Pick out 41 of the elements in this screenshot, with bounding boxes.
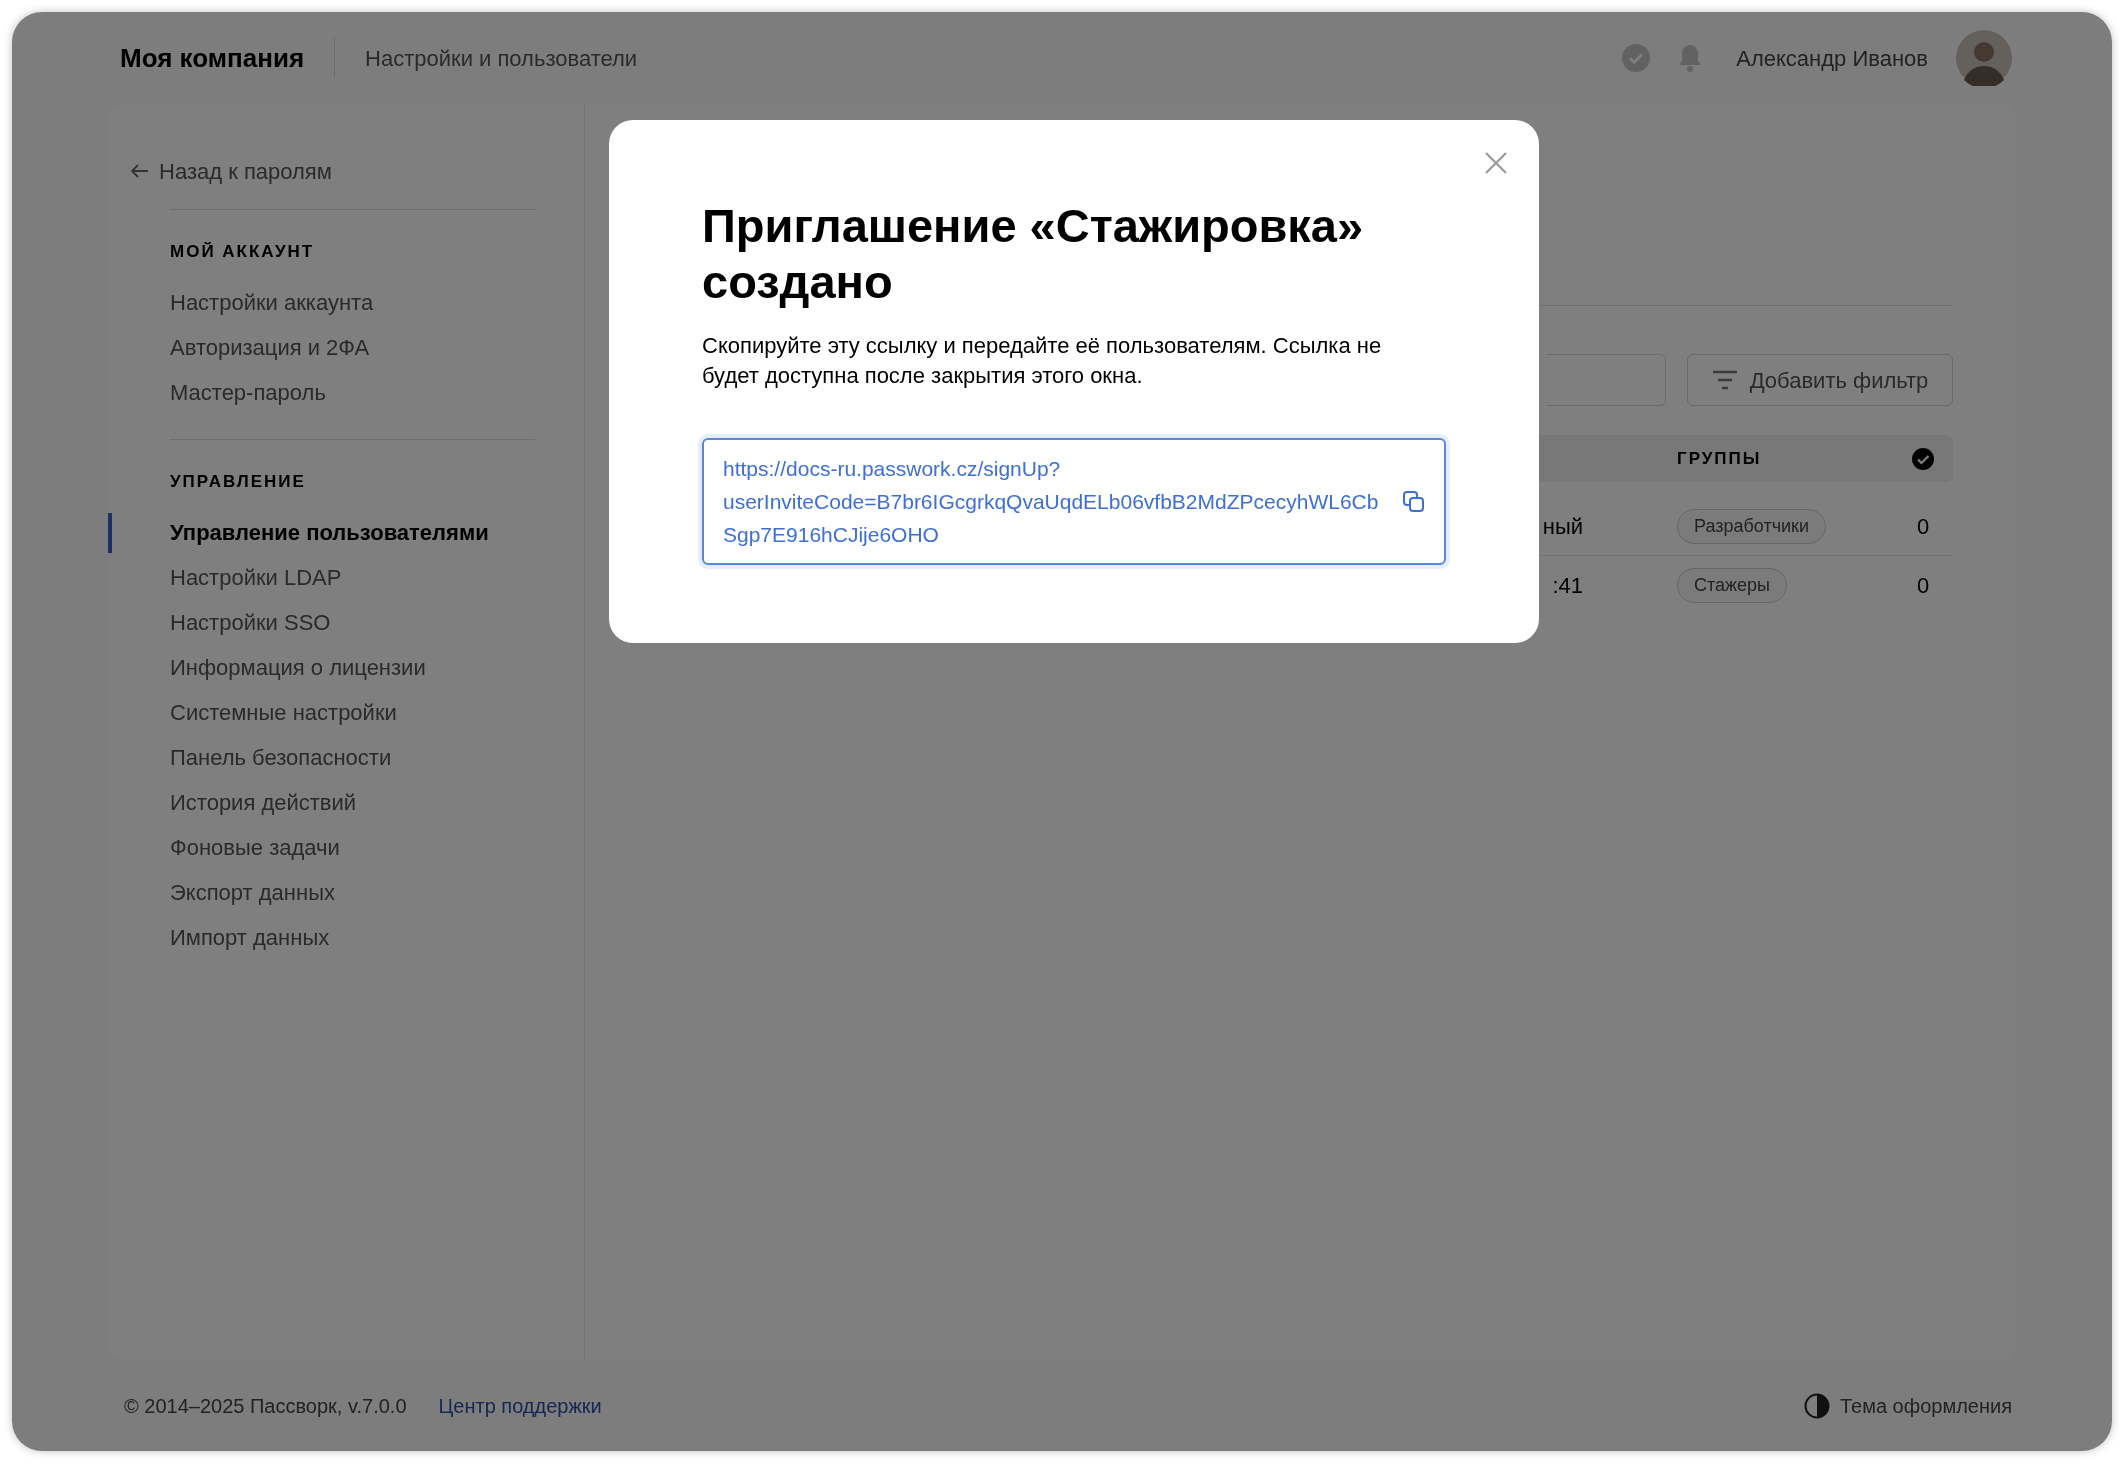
contrast-icon [1803,1392,1830,1419]
sidebar-item[interactable]: Фоновые задачи [170,825,584,870]
copyright-text: © 2014–2025 Пассворк, v.7.0.0 [124,1393,407,1419]
sidebar-item[interactable]: Мастер-пароль [170,370,584,415]
dialog-title: Приглашение «Стажировка» создано [702,198,1365,310]
theme-button[interactable]: Тема оформления [1803,1390,2012,1421]
sidebar-item[interactable]: Управление пользователями [170,510,584,555]
sidebar-item[interactable]: Информация о лицензии [170,645,584,690]
group-tag: Стажеры [1677,567,1788,603]
group-tag: Разработчики [1677,509,1827,544]
copy-icon[interactable] [1402,489,1426,514]
arrow-left-icon [131,164,149,178]
avatar[interactable] [1956,30,2012,86]
sidebar-item[interactable]: Настройки аккаунта [170,280,584,325]
filter-button[interactable]: Добавить фильтр [1687,354,1953,406]
company-name: Моя компания [120,41,305,75]
close-icon[interactable] [1483,150,1509,176]
sidebar-item[interactable]: Импорт данных [170,915,584,960]
sidebar-item[interactable]: Панель безопасности [170,735,584,780]
dialog-message: Скопируйте эту ссылку и передайте её пользователям. Ссылка не будет доступна после закрытия этого окна. [702,332,1383,390]
sidebar-item[interactable]: История действий [170,780,584,825]
user-name[interactable]: Александр Иванов [1736,41,1928,75]
section-heading: МОЙ АККАУНТ [170,241,316,264]
sidebar-item[interactable]: Системные настройки [170,690,584,735]
table-cell-text: 0 [1915,571,1931,600]
sidebar-item[interactable]: Экспорт данных [170,870,584,915]
support-link[interactable]: Центр поддержки [438,1390,602,1421]
sidebar-item[interactable]: Настройки LDAP [170,555,584,600]
sidebar-item[interactable]: Авторизация и 2ФА [170,325,584,370]
back-link[interactable]: Назад к паролям [131,149,584,193]
table-cell-text: :41 [1552,571,1583,600]
table-cell-text: ный [1542,513,1583,541]
section-heading: УПРАВЛЕНИЕ [170,471,307,494]
table-cell-text: 0 [1915,513,1931,541]
invite-link[interactable]: https://docs-ru.passwork.cz/signUp?userInviteCode=B7br6IGcgrkqQvaUqdELb06vfbB2MdZPcecyhWL6CbSgp7E916hCJije6OHO [723,452,1402,551]
sidebar-item[interactable]: Настройки SSO [170,600,584,645]
check-icon[interactable] [1621,43,1652,73]
column-header: ГРУППЫ [1677,447,1763,470]
select-all-checkbox[interactable] [1912,447,1934,470]
page-title: Настройки и пользователи [365,44,638,73]
filter-icon [1711,370,1738,390]
